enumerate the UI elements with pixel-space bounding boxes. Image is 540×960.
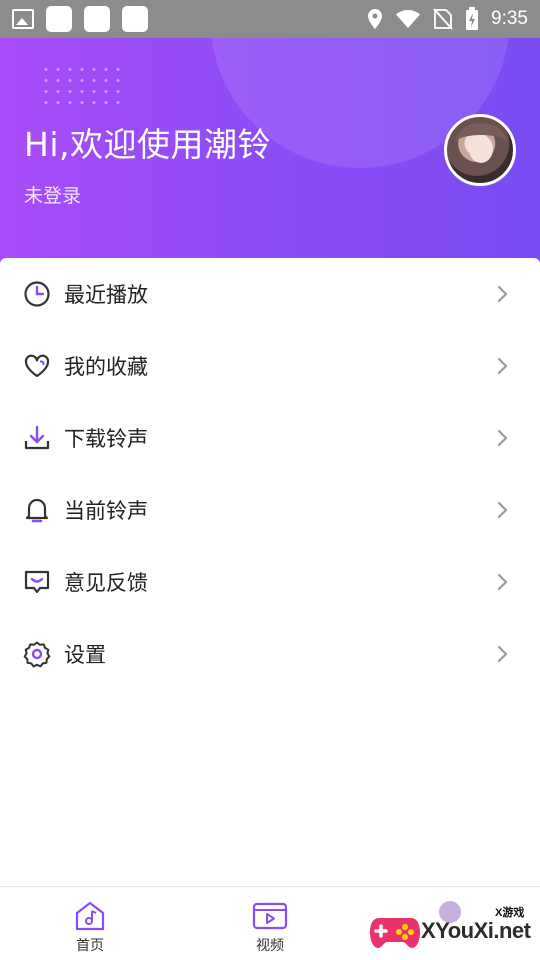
- chevron-right-icon: [497, 357, 508, 375]
- chevron-right-icon: [497, 429, 508, 447]
- menu-item-label: 最近播放: [64, 283, 148, 307]
- bell-icon: [25, 498, 49, 523]
- wifi-icon: [396, 10, 421, 28]
- notification-box-icon: [84, 6, 110, 32]
- avatar-face: [469, 135, 493, 163]
- status-right-icons: 9:35: [367, 7, 528, 31]
- menu-item-settings[interactable]: 设置: [0, 618, 540, 690]
- download-icon: [24, 425, 50, 450]
- no-sim-icon: [433, 8, 453, 30]
- menu-item-feedback[interactable]: 意见反馈: [0, 546, 540, 618]
- tab-label: 首页: [76, 938, 104, 954]
- greeting-title: Hi,欢迎使用潮铃: [24, 125, 271, 164]
- watermark-text: XYouXi.net: [421, 918, 531, 943]
- tab-label: 视频: [256, 938, 284, 954]
- status-left-icons: [12, 6, 148, 32]
- location-icon: [368, 9, 383, 29]
- login-status-link[interactable]: 未登录: [24, 181, 81, 208]
- menu-item-favorites[interactable]: 我的收藏: [0, 330, 540, 402]
- clock-icon: [24, 281, 50, 307]
- status-time: 9:35: [491, 8, 528, 29]
- notification-box-icon: [122, 6, 148, 32]
- music-home-icon: [75, 901, 105, 931]
- video-icon: [252, 902, 288, 930]
- feedback-icon: [24, 570, 50, 594]
- watermark: X游戏 XYouXi.net: [365, 900, 540, 960]
- menu-item-recent-play[interactable]: 最近播放: [0, 258, 540, 330]
- gear-icon: [23, 641, 51, 668]
- status-bar: 9:35: [0, 0, 540, 38]
- gamepad-icon: [370, 918, 420, 948]
- menu-item-label: 意见反馈: [64, 571, 148, 595]
- heart-icon: [24, 354, 50, 378]
- notification-box-icon: [46, 6, 72, 32]
- chevron-right-icon: [497, 645, 508, 663]
- avatar[interactable]: [444, 114, 516, 186]
- battery-charging-icon: [466, 7, 479, 30]
- chevron-right-icon: [497, 573, 508, 591]
- menu-item-current-ringtone[interactable]: 当前铃声: [0, 474, 540, 546]
- menu-item-label: 我的收藏: [64, 355, 148, 379]
- image-icon: [12, 9, 34, 29]
- profile-header: Hi,欢迎使用潮铃 未登录: [0, 38, 540, 268]
- menu-item-download-ringtone[interactable]: 下载铃声: [0, 402, 540, 474]
- menu-item-label: 下载铃声: [64, 427, 148, 451]
- tab-video[interactable]: 视频: [235, 901, 305, 957]
- menu-item-label: 设置: [64, 643, 106, 667]
- chevron-right-icon: [497, 285, 508, 303]
- menu-list: 最近播放 我的收藏 下载铃声 当前铃声 意见反馈 设置: [0, 258, 540, 886]
- menu-item-label: 当前铃声: [64, 499, 148, 523]
- screen: 9:35 Hi,欢迎使用潮铃 未登录 最近播放 我的收藏 下载铃声 当前铃声 意…: [0, 0, 540, 960]
- decorative-dots: [40, 64, 120, 110]
- chevron-right-icon: [497, 501, 508, 519]
- tab-home[interactable]: 首页: [55, 901, 125, 957]
